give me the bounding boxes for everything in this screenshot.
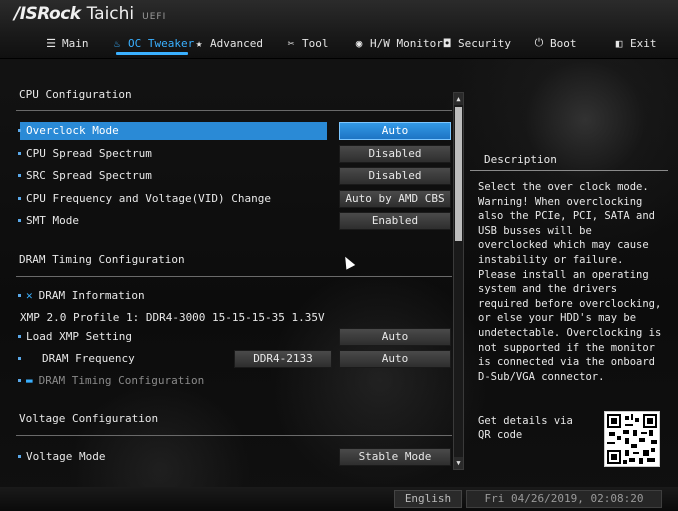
scroll-thumb[interactable] xyxy=(455,107,462,241)
dram-information-item[interactable]: ✕ DRAM Information xyxy=(12,287,452,305)
setting-label: CPU Spread Spectrum xyxy=(26,147,152,160)
tab-boot[interactable]: ⏻ Boot xyxy=(532,32,577,54)
setting-row-src-spread-spectrum[interactable]: SRC Spread Spectrum Disabled xyxy=(12,167,452,185)
tab-advanced[interactable]: ★ Advanced xyxy=(192,32,263,54)
setting-value[interactable]: Auto xyxy=(339,328,451,346)
setting-value[interactable]: Disabled xyxy=(339,167,451,185)
settings-panel: CPU Configuration Overclock Mode Auto CP… xyxy=(6,60,466,480)
setting-label: CPU Frequency and Voltage(VID) Change xyxy=(26,192,272,205)
setting-value[interactable]: Auto xyxy=(339,122,451,140)
setting-row-voltage-mode[interactable]: Voltage Mode Stable Mode xyxy=(12,448,452,466)
setting-row-overclock-mode[interactable]: Overclock Mode Auto xyxy=(12,122,452,140)
tab-label: OC Tweaker xyxy=(128,36,195,50)
setting-label: Overclock Mode xyxy=(26,124,119,137)
logo: /ISRock Taichi UEFI xyxy=(14,4,166,28)
setting-label: Voltage Mode xyxy=(26,450,106,463)
xmp-profile-text: XMP 2.0 Profile 1: DDR4-3000 15-15-15-35… xyxy=(20,311,325,324)
brand-logo: /ISRock xyxy=(14,4,81,24)
bullet-icon xyxy=(18,219,21,222)
dram-timing-configuration-item[interactable]: ▬ DRAM Timing Configuration xyxy=(12,372,452,390)
divider xyxy=(470,170,668,171)
section-title-voltage: Voltage Configuration xyxy=(19,412,159,425)
scroll-up-arrow[interactable]: ▲ xyxy=(454,93,463,105)
section-title-cpu: CPU Configuration xyxy=(19,88,132,101)
divider xyxy=(16,276,452,277)
tab-label: Advanced xyxy=(210,36,263,50)
setting-value[interactable]: Stable Mode xyxy=(339,448,451,466)
qr-code-icon xyxy=(604,411,660,467)
power-icon: ⏻ xyxy=(534,36,544,49)
tab-exit[interactable]: ◧ Exit xyxy=(612,32,657,54)
tab-label: Main xyxy=(62,36,89,50)
section-title-dram: DRAM Timing Configuration xyxy=(19,253,185,266)
firmware-label: UEFI xyxy=(142,12,167,22)
setting-value[interactable]: Auto by AMD CBS xyxy=(339,190,451,208)
setting-label: SRC Spread Spectrum xyxy=(26,169,152,182)
bullet-icon xyxy=(18,357,21,360)
tab-label: Exit xyxy=(630,36,657,50)
scroll-down-arrow[interactable]: ▼ xyxy=(454,457,463,469)
bullet-icon xyxy=(18,294,21,297)
folder-icon: ▬ xyxy=(26,374,33,387)
tab-bar: ☰ Main ♨ OC Tweaker ★ Advanced ✂ Tool ◉ H/W M… xyxy=(0,32,678,55)
tab-oc-tweaker[interactable]: ♨ OC Tweaker xyxy=(110,32,195,55)
setting-label: SMT Mode xyxy=(26,214,79,227)
tab-label: H/W Monitor xyxy=(370,36,443,50)
shield-icon: ◘ xyxy=(443,36,451,50)
monitor-icon: ◉ xyxy=(355,36,363,50)
description-title: Description xyxy=(484,153,557,166)
tab-label: Boot xyxy=(550,36,577,50)
date-time: Fri 04/26/2019, 02:08:20 xyxy=(466,490,662,508)
scrollbar[interactable]: ▲ ▼ xyxy=(453,92,464,470)
setting-value[interactable]: Disabled xyxy=(339,145,451,163)
bullet-icon xyxy=(18,455,21,458)
flame-icon: ♨ xyxy=(113,36,121,50)
tools-icon: ✕ xyxy=(26,289,33,302)
tab-main[interactable]: ☰ Main xyxy=(44,32,89,54)
setting-row-load-xmp[interactable]: Load XMP Setting Auto xyxy=(12,328,452,346)
setting-label: Load XMP Setting xyxy=(26,330,132,343)
tools-icon: ✂ xyxy=(287,36,295,50)
tab-label: Tool xyxy=(302,36,329,50)
description-panel: Description Select the over clock mode. … xyxy=(470,150,670,398)
list-icon: ☰ xyxy=(46,36,56,50)
bullet-icon xyxy=(18,129,21,132)
setting-label: DRAM Frequency xyxy=(42,352,135,365)
tab-hw-monitor[interactable]: ◉ H/W Monitor xyxy=(352,32,443,54)
tab-security[interactable]: ◘ Security xyxy=(440,32,511,54)
setting-value[interactable]: Enabled xyxy=(339,212,451,230)
top-bar: /ISRock Taichi UEFI ☰ Main ♨ OC Tweaker ★ A… xyxy=(0,0,678,59)
description-text: Select the over clock mode. Warning! Whe… xyxy=(478,181,662,383)
tab-label: Security xyxy=(458,36,511,50)
setting-row-dram-frequency[interactable]: DRAM Frequency DDR4-2133 Auto xyxy=(12,350,452,368)
language-button[interactable]: English xyxy=(394,490,462,508)
bullet-icon xyxy=(18,335,21,338)
exit-icon: ◧ xyxy=(615,36,623,50)
tab-tool[interactable]: ✂ Tool xyxy=(284,32,329,54)
divider xyxy=(16,110,452,111)
bullet-icon xyxy=(18,197,21,200)
dram-timing-label: DRAM Timing Configuration xyxy=(38,374,205,387)
setting-row-smt-mode[interactable]: SMT Mode Enabled xyxy=(12,212,452,230)
divider xyxy=(16,435,452,436)
setting-row-cpu-freq-voltage[interactable]: CPU Frequency and Voltage(VID) Change Au… xyxy=(12,190,452,208)
current-value: DDR4-2133 xyxy=(234,350,332,368)
xmp-profile-info: XMP 2.0 Profile 1: DDR4-3000 15-15-15-35… xyxy=(12,309,452,327)
bullet-icon xyxy=(18,152,21,155)
qr-caption: Get details via QR code xyxy=(478,415,573,441)
bullet-icon xyxy=(18,174,21,177)
dram-info-label: DRAM Information xyxy=(38,289,145,302)
star-icon: ★ xyxy=(195,36,203,50)
setting-value[interactable]: Auto xyxy=(339,350,451,368)
model-name: Taichi xyxy=(86,4,135,24)
setting-row-cpu-spread-spectrum[interactable]: CPU Spread Spectrum Disabled xyxy=(12,145,452,163)
bullet-icon xyxy=(18,379,21,382)
